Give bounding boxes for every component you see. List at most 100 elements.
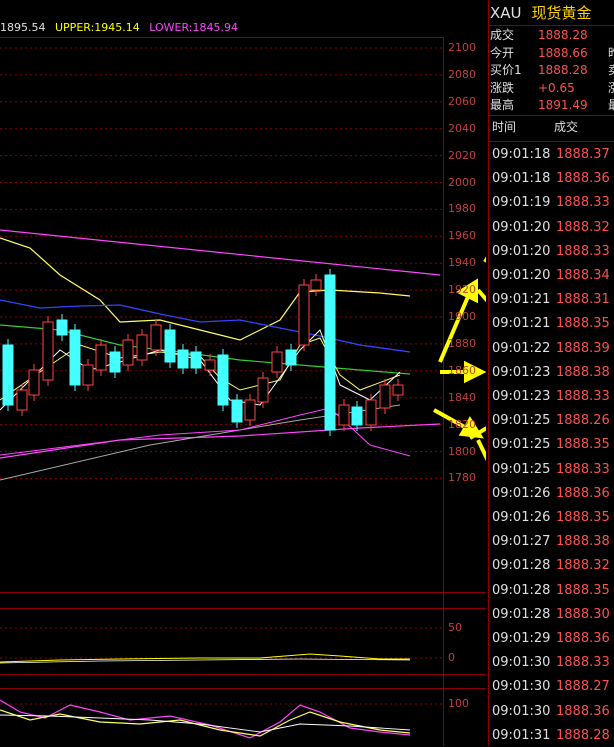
quote-label: 涨跌 <box>490 80 515 95</box>
quote-extra: 涨 <box>608 80 614 97</box>
tick-row[interactable]: 09:01:31 1888.28 <box>492 725 612 747</box>
tick-time: 09:01:28 <box>492 558 551 574</box>
tick-price: 1888.27 <box>556 679 610 695</box>
tick-row[interactable]: 09:01:30 1888.27 <box>492 676 612 698</box>
candle <box>244 399 256 421</box>
candle <box>379 384 391 409</box>
tick-row[interactable]: 09:01:20 1888.33 <box>492 241 612 263</box>
tick-price: 1888.34 <box>556 268 610 283</box>
tick-time: 09:01:18 <box>492 171 551 187</box>
price-axis-label: 2040 <box>448 121 476 135</box>
tick-price: 1888.35 <box>556 510 610 525</box>
candle <box>204 359 216 371</box>
quote-extra: 卖 <box>608 62 614 79</box>
tick-time: 09:01:18 <box>492 147 551 162</box>
tick-time: 09:01:22 <box>492 340 551 356</box>
ticks-header-time: 时间 <box>492 120 517 134</box>
price-axis-label: 1900 <box>448 310 476 323</box>
tick-time: 09:01:23 <box>492 389 551 404</box>
osc-axis-label: 100 <box>448 697 469 710</box>
tick-row[interactable]: 09:01:28 1888.32 <box>492 555 612 577</box>
tick-row[interactable]: 09:01:25 1888.35 <box>492 434 612 456</box>
candle <box>2 344 14 406</box>
tick-row[interactable]: 09:01:23 1888.38 <box>492 362 612 384</box>
tick-price: 1888.38 <box>556 534 610 550</box>
tick-price: 1888.35 <box>556 437 610 453</box>
tick-row[interactable]: 09:01:30 1888.33 <box>492 652 612 674</box>
price-axis-label: 1960 <box>448 229 476 243</box>
candle <box>122 339 134 366</box>
tick-time: 09:01:30 <box>492 703 551 719</box>
quote-row: 买价1 1888.28 卖 <box>490 62 614 79</box>
price-axis-label: 2060 <box>448 94 476 108</box>
tick-time: 09:01:25 <box>492 461 551 477</box>
tick-price: 1888.38 <box>556 364 610 380</box>
candle <box>338 404 350 426</box>
tick-row[interactable]: 09:01:18 1888.36 <box>492 168 612 190</box>
tick-row[interactable]: 09:01:19 1888.33 <box>492 192 612 214</box>
price-axis-label: 2000 <box>448 175 476 189</box>
quote-label: 买价1 <box>490 63 522 77</box>
candle <box>42 321 54 381</box>
price-axis-label: 2080 <box>448 67 476 81</box>
tick-time: 09:01:20 <box>492 219 551 235</box>
tick-row[interactable]: 09:01:26 1888.35 <box>492 507 612 529</box>
tick-row[interactable]: 09:01:20 1888.32 <box>492 217 612 239</box>
tick-price: 1888.26 <box>556 413 610 429</box>
tick-row[interactable]: 09:01:25 1888.33 <box>492 459 612 481</box>
quote-row: 最高 1891.49 最 <box>490 97 614 114</box>
tick-row[interactable]: 09:01:21 1888.31 <box>492 289 612 311</box>
tick-price: 1888.32 <box>556 558 610 574</box>
tick-price: 1888.39 <box>556 340 610 356</box>
instrument-title: XAU 现货黄金 <box>490 2 592 24</box>
tick-time: 09:01:19 <box>492 195 551 211</box>
tick-row[interactable]: 09:01:27 1888.38 <box>492 531 612 553</box>
tick-row[interactable]: 09:01:28 1888.30 <box>492 604 612 626</box>
tick-time: 09:01:26 <box>492 510 551 525</box>
tick-row[interactable]: 09:01:25 1888.26 <box>492 410 612 432</box>
tick-price: 1888.32 <box>556 219 610 235</box>
candle <box>82 364 94 386</box>
price-axis-label: 1980 <box>448 202 476 216</box>
price-axis-label: 1800 <box>448 444 476 458</box>
tick-time: 09:01:23 <box>492 364 551 380</box>
candle <box>324 274 336 431</box>
candle <box>231 399 243 423</box>
instrument-name: 现货黄金 <box>531 4 592 22</box>
candle <box>351 406 363 426</box>
tick-time: 09:01:30 <box>492 679 551 695</box>
tick-row[interactable]: 09:01:26 1888.36 <box>492 483 612 505</box>
tick-row[interactable]: 09:01:30 1888.36 <box>492 701 612 723</box>
candle <box>56 319 68 336</box>
candlestick-chart-area[interactable]: 1895.54 UPPER:1945.14 LOWER:1845.94 2100… <box>0 0 486 746</box>
candle <box>177 349 189 369</box>
tick-time: 09:01:26 <box>492 485 551 501</box>
candle <box>95 344 107 371</box>
volume-axis-label: 50 <box>448 621 462 634</box>
candle <box>217 354 229 406</box>
tick-time: 09:01:28 <box>492 582 551 598</box>
tick-row[interactable]: 09:01:20 1888.34 <box>492 265 612 287</box>
tick-time: 09:01:31 <box>492 727 551 743</box>
price-axis-label: 1840 <box>448 390 476 404</box>
candle <box>164 329 176 363</box>
price-axis-label: 1940 <box>448 256 476 270</box>
quote-value: 1888.66 <box>538 45 588 60</box>
tick-time: 09:01:28 <box>492 606 551 622</box>
candle <box>28 369 40 396</box>
quote-label: 今开 <box>490 45 515 60</box>
price-axis-label: 1860 <box>448 363 476 377</box>
tick-price: 1888.37 <box>556 147 610 162</box>
tick-time: 09:01:21 <box>492 316 551 332</box>
price-axis-label: 2100 <box>448 41 476 54</box>
candle <box>392 384 404 396</box>
tick-price: 1888.28 <box>556 727 610 743</box>
tick-row[interactable]: 09:01:28 1888.35 <box>492 580 612 602</box>
chart-canvas <box>0 37 486 746</box>
tick-row[interactable]: 09:01:23 1888.33 <box>492 386 612 408</box>
tick-row[interactable]: 09:01:21 1888.35 <box>492 313 612 335</box>
tick-row[interactable]: 09:01:18 1888.37 <box>492 144 612 166</box>
candle <box>136 334 148 361</box>
tick-row[interactable]: 09:01:22 1888.39 <box>492 338 612 360</box>
tick-row[interactable]: 09:01:29 1888.36 <box>492 628 612 650</box>
